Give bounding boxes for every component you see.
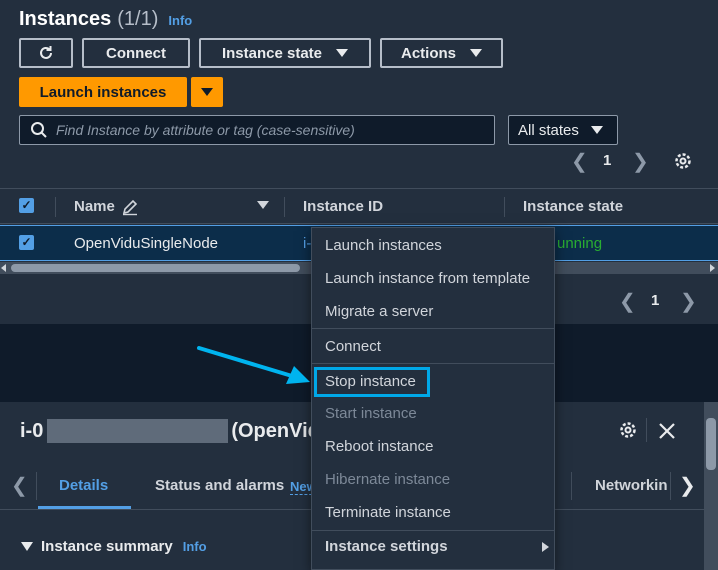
column-divider (284, 197, 285, 217)
next-page-icon[interactable]: ❯ (680, 289, 697, 314)
vertical-scrollbar[interactable] (704, 402, 718, 570)
column-header-instance-state[interactable]: Instance state (523, 198, 623, 215)
table-header: ✓ Name Instance ID Instance state (0, 188, 718, 224)
instance-state-button[interactable]: Instance state (199, 38, 371, 68)
connect-label: Connect (106, 44, 166, 62)
close-icon[interactable] (658, 422, 676, 440)
gear-icon[interactable] (618, 420, 638, 440)
prev-page-icon[interactable]: ❮ (571, 149, 588, 174)
scrollbar-thumb[interactable] (706, 418, 716, 470)
next-page-icon[interactable]: ❯ (632, 149, 649, 174)
edit-icon (122, 199, 138, 216)
submenu-arrow-icon (542, 542, 549, 552)
caret-down-icon (590, 126, 603, 134)
launch-instances-button[interactable]: Launch instances (19, 77, 187, 107)
menu-divider (312, 328, 554, 329)
search-input[interactable]: Find Instance by attribute or tag (case-… (19, 115, 495, 145)
search-placeholder: Find Instance by attribute or tag (case-… (56, 122, 355, 138)
instance-state-value: unning (557, 235, 603, 252)
column-divider (504, 197, 505, 217)
scrollbar-thumb[interactable] (11, 264, 300, 272)
tab-divider (571, 472, 572, 500)
caret-down-icon (336, 49, 349, 57)
info-link[interactable]: Info (168, 13, 192, 28)
menu-item-start-instance: Start instance (325, 405, 417, 422)
column-divider (55, 197, 56, 217)
instance-summary-label: Instance summary (41, 538, 173, 555)
refresh-icon (40, 46, 52, 59)
row-checkbox[interactable]: ✓ (19, 235, 34, 250)
actions-label: Actions (400, 44, 456, 62)
detail-title-prefix: i-0 (20, 420, 44, 442)
actions-menu: Launch instances Launch instance from te… (311, 227, 555, 570)
page-title: Instances (1/1) Info (19, 8, 192, 31)
column-header-instance-id[interactable]: Instance ID (303, 198, 383, 215)
page-title-text: Instances (19, 8, 112, 30)
caret-down-icon (201, 88, 213, 96)
instance-summary-header[interactable]: Instance summary Info (21, 538, 207, 555)
expand-icon (21, 542, 33, 551)
actions-button[interactable]: Actions (380, 38, 503, 68)
gear-icon[interactable] (673, 151, 693, 171)
instance-count: (1/1) (117, 8, 159, 30)
current-page[interactable]: 1 (651, 292, 659, 309)
annotation-arrow-icon (197, 346, 310, 384)
select-all-checkbox[interactable]: ✓ (19, 198, 34, 213)
menu-item-instance-settings[interactable]: Instance settings (325, 538, 448, 555)
menu-item-terminate-instance[interactable]: Terminate instance (325, 504, 451, 521)
tab-divider (670, 472, 671, 500)
search-icon (31, 122, 47, 138)
prev-page-icon[interactable]: ❮ (619, 289, 636, 314)
tab-status-alarms[interactable]: Status and alarms (155, 477, 284, 494)
launch-dropdown-button[interactable] (191, 77, 223, 107)
caret-down-icon (470, 49, 482, 57)
instance-state-label: Instance state (221, 44, 323, 62)
active-tab-indicator (38, 506, 131, 509)
menu-divider (312, 530, 554, 531)
connect-button[interactable]: Connect (82, 38, 190, 68)
redacted-block (47, 419, 228, 443)
tab-networking[interactable]: Networkin (595, 477, 668, 494)
tab-divider (36, 472, 37, 500)
summary-info-link[interactable]: Info (183, 539, 207, 554)
column-header-name[interactable]: Name (74, 198, 115, 215)
current-page[interactable]: 1 (603, 152, 611, 169)
sort-icon[interactable] (257, 201, 269, 209)
menu-item-hibernate-instance: Hibernate instance (325, 471, 451, 488)
tab-details[interactable]: Details (59, 477, 108, 494)
header-divider (646, 418, 647, 442)
detail-title-suffix: (OpenVid (231, 420, 320, 442)
menu-divider (312, 363, 554, 364)
launch-instances-label: Launch instances (39, 83, 167, 101)
tabs-prev-icon[interactable]: ❮ (11, 473, 28, 498)
tabs-next-icon[interactable]: ❯ (679, 473, 696, 498)
scroll-right-icon[interactable] (710, 264, 715, 272)
stop-instance-highlight (314, 367, 430, 397)
instance-name: OpenViduSingleNode (74, 235, 219, 252)
menu-item-reboot-instance[interactable]: Reboot instance (325, 438, 433, 455)
menu-item-launch-from-template[interactable]: Launch instance from template (325, 270, 530, 287)
menu-item-migrate-server[interactable]: Migrate a server (325, 303, 433, 320)
menu-item-launch-instances[interactable]: Launch instances (325, 237, 442, 254)
refresh-button[interactable] (19, 38, 73, 68)
state-filter-select[interactable]: All states (508, 115, 618, 145)
menu-item-connect[interactable]: Connect (325, 338, 381, 355)
state-filter-value: All states (518, 121, 579, 139)
scroll-left-icon[interactable] (1, 264, 6, 272)
